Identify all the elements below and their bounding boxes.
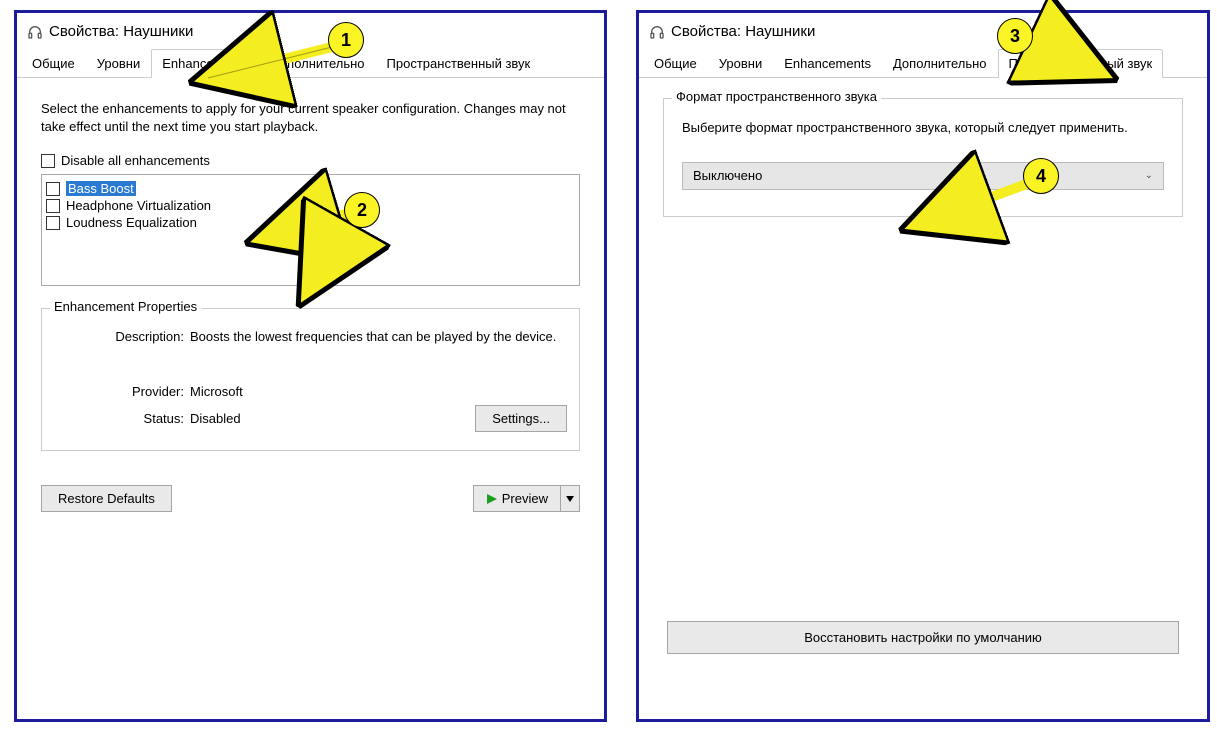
left-window: Свойства: Наушники Общие Уровни Enhancem… xyxy=(14,10,607,722)
enh-bass-boost-checkbox[interactable] xyxy=(46,182,60,196)
tab-general-r[interactable]: Общие xyxy=(643,49,708,78)
enh-bass-boost[interactable]: Bass Boost xyxy=(46,181,575,196)
disable-all-checkbox[interactable] xyxy=(41,154,55,168)
preview-split: Preview xyxy=(473,485,580,512)
spatial-legend: Формат пространственного звука xyxy=(672,89,881,104)
disable-all-label: Disable all enhancements xyxy=(61,153,210,168)
provider-label: Provider: xyxy=(54,384,190,399)
preview-dropdown-button[interactable] xyxy=(561,485,580,512)
headphones-icon xyxy=(649,24,665,40)
enh-headphone-virt-checkbox[interactable] xyxy=(46,199,60,213)
tab-general[interactable]: Общие xyxy=(21,49,86,78)
right-window: Свойства: Наушники Общие Уровни Enhancem… xyxy=(636,10,1210,722)
tab-spatial[interactable]: Пространственный звук xyxy=(376,49,542,78)
tab-levels-r[interactable]: Уровни xyxy=(708,49,773,78)
status-value: Disabled xyxy=(190,411,241,426)
tab-levels[interactable]: Уровни xyxy=(86,49,151,78)
annotation-badge-3: 3 xyxy=(997,18,1033,54)
annotation-badge-4: 4 xyxy=(1023,158,1059,194)
enh-bass-boost-label: Bass Boost xyxy=(66,181,136,196)
restore-defaults-button-r[interactable]: Восстановить настройки по умолчанию xyxy=(667,621,1179,654)
tab-advanced-r[interactable]: Дополнительно xyxy=(882,49,998,78)
chevron-down-icon: ⌄ xyxy=(1145,170,1153,181)
desc-label: Description: xyxy=(54,329,190,344)
play-icon xyxy=(486,493,498,505)
props-legend: Enhancement Properties xyxy=(50,299,201,314)
status-label: Status: xyxy=(54,411,190,426)
window-title: Свойства: Наушники xyxy=(49,23,193,40)
desc-value: Boosts the lowest frequencies that can b… xyxy=(190,329,567,344)
spatial-desc: Выберите формат пространственного звука,… xyxy=(682,119,1164,138)
annotation-badge-1: 1 xyxy=(328,22,364,58)
enh-headphone-virt-label: Headphone Virtualization xyxy=(66,198,211,213)
annotation-badge-2: 2 xyxy=(344,192,380,228)
enh-loudness-eq-label: Loudness Equalization xyxy=(66,215,197,230)
enh-loudness-eq-checkbox[interactable] xyxy=(46,216,60,230)
props-fieldset: Enhancement Properties Description: Boos… xyxy=(41,308,580,451)
restore-defaults-button[interactable]: Restore Defaults xyxy=(41,485,172,512)
disable-all-row[interactable]: Disable all enhancements xyxy=(41,153,580,168)
provider-value: Microsoft xyxy=(190,384,567,399)
annotation-arrow-3 xyxy=(1022,28,1122,88)
intro-text: Select the enhancements to apply for you… xyxy=(41,100,580,135)
caret-down-icon xyxy=(566,496,574,502)
headphones-icon xyxy=(27,24,43,40)
spatial-format-value: Выключено xyxy=(693,168,762,183)
window-title-right: Свойства: Наушники xyxy=(671,23,815,40)
tab-enhancements-r[interactable]: Enhancements xyxy=(773,49,882,78)
settings-button[interactable]: Settings... xyxy=(475,405,567,432)
preview-button[interactable]: Preview xyxy=(473,485,561,512)
